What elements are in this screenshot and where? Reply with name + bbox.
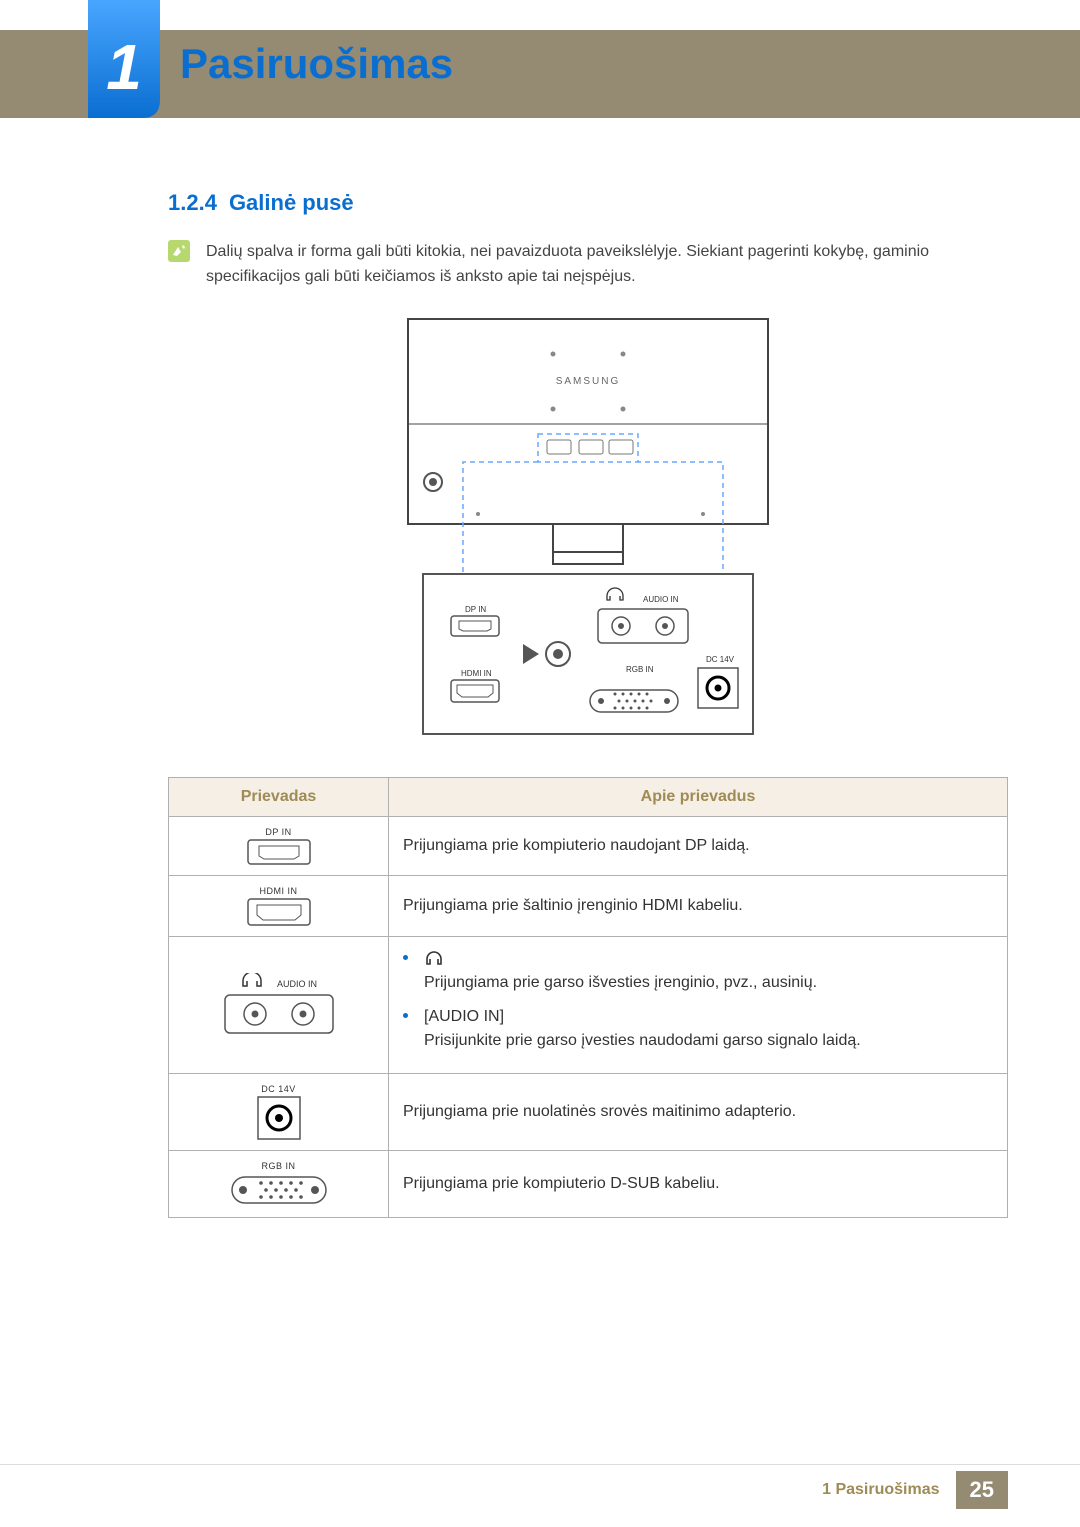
section-title: Galinė pusė	[229, 190, 354, 215]
port-dp-desc: Prijungiama prie kompiuterio naudojant D…	[389, 816, 1008, 875]
diagram-dc-label: DC 14V	[706, 655, 735, 664]
bullet-icon	[403, 955, 408, 960]
section-number: 1.2.4	[168, 190, 217, 216]
port-dc-desc: Prijungiama prie nuolatinės srovės maiti…	[389, 1073, 1008, 1150]
port-rgb: RGB IN	[169, 1150, 389, 1217]
ports-table: Prievadas Apie prievadus DP IN Prijungia…	[168, 777, 1008, 1218]
header-band	[0, 30, 1080, 118]
rgb-port-icon	[231, 1173, 327, 1207]
footer: 1 Pasiruošimas 25	[0, 1471, 1080, 1509]
port-rgb-label: RGB IN	[183, 1161, 374, 1171]
table-row: AUDIO IN	[169, 936, 1008, 1073]
brand-text: SAMSUNG	[556, 376, 621, 387]
port-rgb-desc: Prijungiama prie kompiuterio D-SUB kabel…	[389, 1150, 1008, 1217]
table-row: RGB IN Prijungiama prie kom	[169, 1150, 1008, 1217]
svg-text:AUDIO IN: AUDIO IN	[277, 979, 317, 989]
diagram-hdmi-label: HDMI IN	[461, 669, 492, 678]
diagram-rgb-label: RGB IN	[626, 665, 654, 674]
audio-in-text: Prisijunkite prie garso įvesties naudoda…	[424, 1029, 993, 1053]
port-dc-label: DC 14V	[183, 1084, 374, 1094]
chapter-tab: 1	[88, 0, 160, 118]
page-number: 25	[956, 1471, 1008, 1509]
footer-text: 1 Pasiruošimas	[806, 1473, 955, 1507]
dc-port-icon	[257, 1096, 301, 1140]
note-icon	[168, 240, 190, 262]
audio-out-text: Prijungiama prie garso išvesties įrengin…	[424, 971, 993, 995]
port-dc: DC 14V	[169, 1073, 389, 1150]
port-dp: DP IN	[169, 816, 389, 875]
port-hdmi: HDMI IN	[169, 875, 389, 936]
port-hdmi-label: HDMI IN	[183, 886, 374, 896]
port-hdmi-desc: Prijungiama prie šaltinio įrenginio HDMI…	[389, 875, 1008, 936]
note: Dalių spalva ir forma gali būti kitokia,…	[168, 240, 1008, 290]
port-dp-label: DP IN	[183, 827, 374, 837]
audio-port-icon: AUDIO IN	[219, 973, 339, 1037]
dp-port-icon	[247, 839, 311, 865]
audio-in-label: [AUDIO IN]	[424, 1005, 993, 1029]
ports-header-desc: Apie prievadus	[389, 777, 1008, 816]
footer-rule	[0, 1464, 1080, 1465]
chapter-number: 1	[88, 30, 160, 104]
headphones-icon	[424, 948, 444, 966]
ports-header-port: Prievadas	[169, 777, 389, 816]
section-heading: 1.2.4 Galinė pusė	[168, 190, 1008, 216]
port-audio: AUDIO IN	[169, 936, 389, 1073]
table-row: HDMI IN Prijungiama prie šaltinio įrengi…	[169, 875, 1008, 936]
table-row: DP IN Prijungiama prie kompiuterio naudo…	[169, 816, 1008, 875]
bullet-icon	[403, 1013, 408, 1018]
hdmi-port-icon	[247, 898, 311, 926]
diagram-dp-label: DP IN	[465, 605, 486, 614]
port-audio-desc: Prijungiama prie garso išvesties įrengin…	[389, 936, 1008, 1073]
content-area: 1.2.4 Galinė pusė Dalių spalva ir forma g…	[168, 190, 1008, 1218]
chapter-title: Pasiruošimas	[180, 40, 453, 88]
page: 1 Pasiruošimas 1.2.4 Galinė pusė Dalių sp…	[0, 0, 1080, 1527]
note-text: Dalių spalva ir forma gali būti kitokia,…	[206, 240, 1008, 290]
rear-diagram: SAMSUNG DP IN	[168, 314, 1008, 749]
table-row: DC 14V Prijungiama prie nuolatinės srovė…	[169, 1073, 1008, 1150]
monitor-rear-svg: SAMSUNG DP IN	[403, 314, 773, 744]
diagram-audio-label: AUDIO IN	[643, 595, 679, 604]
